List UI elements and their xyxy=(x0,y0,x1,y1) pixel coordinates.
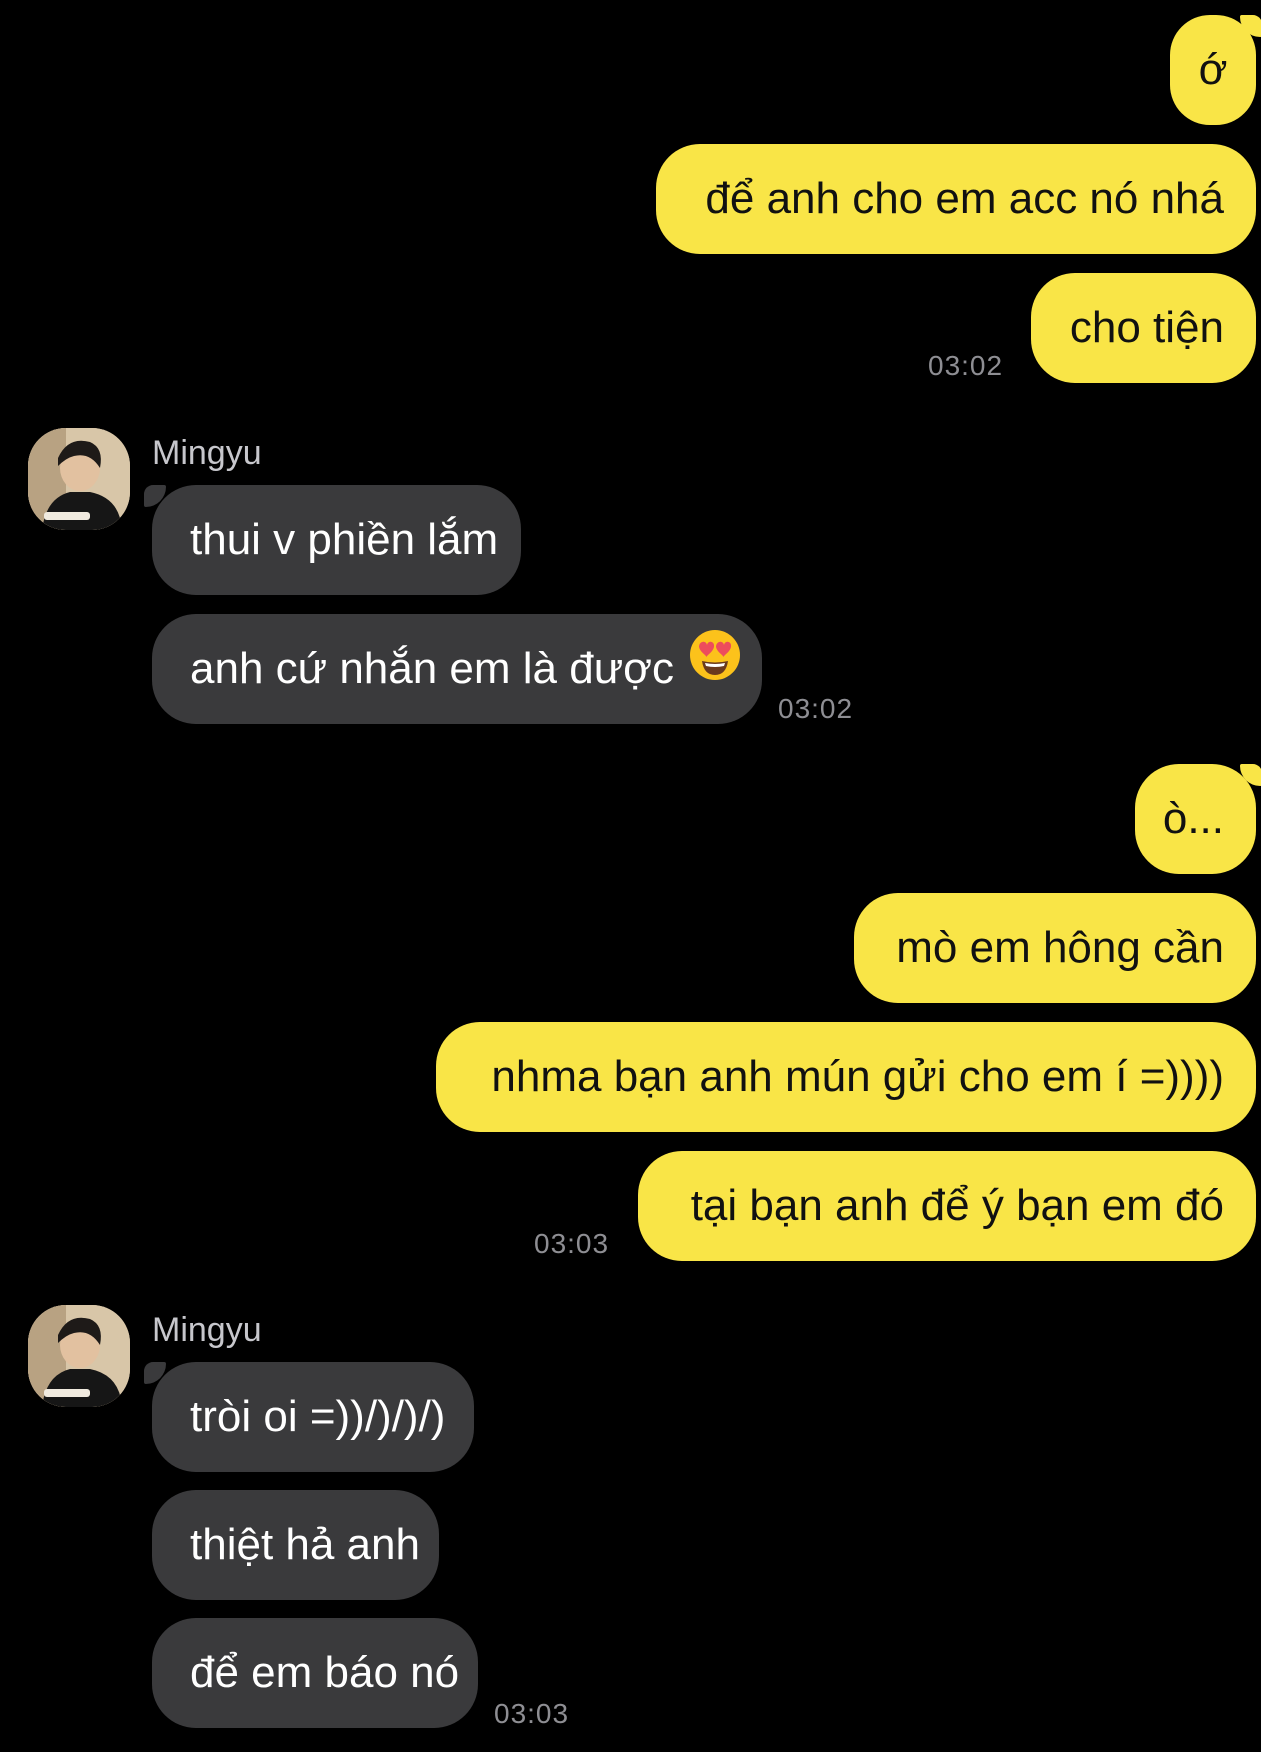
heart-eyes-emoji xyxy=(688,613,742,723)
avatar[interactable] xyxy=(28,1305,130,1407)
timestamp: 03:02 xyxy=(778,693,854,724)
timestamp: 03:03 xyxy=(534,1228,610,1259)
outgoing-message[interactable]: tại bạn anh để ý bạn em đó xyxy=(638,1151,1256,1261)
outgoing-message[interactable]: để anh cho em acc nó nhá xyxy=(656,144,1256,254)
outgoing-message[interactable]: cho tiện xyxy=(1031,273,1256,383)
avatar-photo xyxy=(28,1305,130,1407)
message-text: tại bạn anh để ý bạn em đó xyxy=(690,1181,1224,1230)
incoming-message[interactable]: thiệt hả anh xyxy=(152,1490,439,1600)
message-text: để em báo nó xyxy=(190,1648,460,1697)
incoming-message[interactable]: để em báo nó xyxy=(152,1618,478,1728)
avatar[interactable] xyxy=(28,428,130,530)
outgoing-message[interactable]: mò em hông cần xyxy=(854,893,1256,1003)
sender-name: Mingyu xyxy=(152,1311,262,1349)
message-text: anh cứ nhắn em là được xyxy=(190,644,675,693)
message-text: tròi oi =))/)/)/) xyxy=(190,1392,446,1441)
outgoing-message[interactable]: ò... xyxy=(1135,764,1256,874)
timestamp: 03:03 xyxy=(494,1698,570,1729)
sender-name: Mingyu xyxy=(152,434,262,472)
incoming-message[interactable]: anh cứ nhắn em là được xyxy=(152,614,762,724)
message-text: ò... xyxy=(1162,794,1224,843)
incoming-message[interactable]: thui v phiền lắm xyxy=(152,485,521,595)
message-text: thui v phiền lắm xyxy=(190,515,499,564)
message-text: cho tiện xyxy=(1069,303,1224,352)
message-text: thiệt hả anh xyxy=(190,1520,420,1569)
message-text: nhma bạn anh mún gửi cho em í =)))) xyxy=(491,1052,1224,1101)
incoming-message[interactable]: tròi oi =))/)/)/) xyxy=(152,1362,474,1472)
avatar-photo xyxy=(28,428,130,530)
outgoing-message[interactable]: ớ xyxy=(1170,15,1256,125)
message-text: ớ xyxy=(1198,45,1228,94)
message-text: mò em hông cần xyxy=(896,923,1224,972)
timestamp: 03:02 xyxy=(928,350,1004,381)
message-text: để anh cho em acc nó nhá xyxy=(705,174,1224,223)
outgoing-message[interactable]: nhma bạn anh mún gửi cho em í =)))) xyxy=(436,1022,1256,1132)
